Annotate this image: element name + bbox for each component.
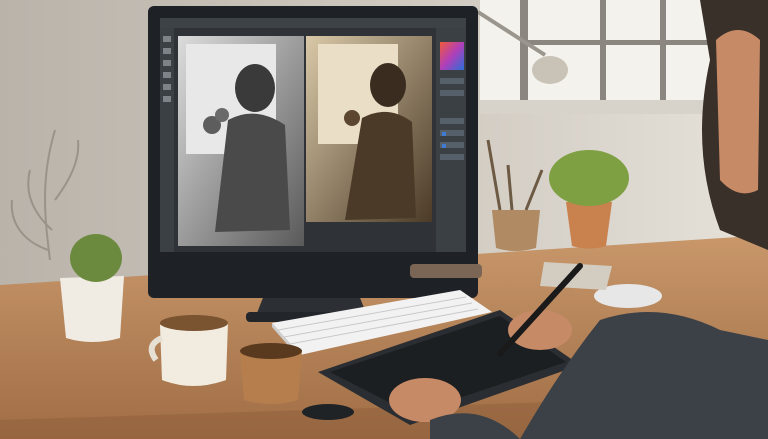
coffee-mug [148, 315, 228, 386]
color-swatch-panel [440, 42, 464, 70]
coaster [302, 404, 354, 420]
cup [240, 343, 302, 404]
eraser [410, 264, 482, 278]
photo-scene [0, 0, 768, 439]
